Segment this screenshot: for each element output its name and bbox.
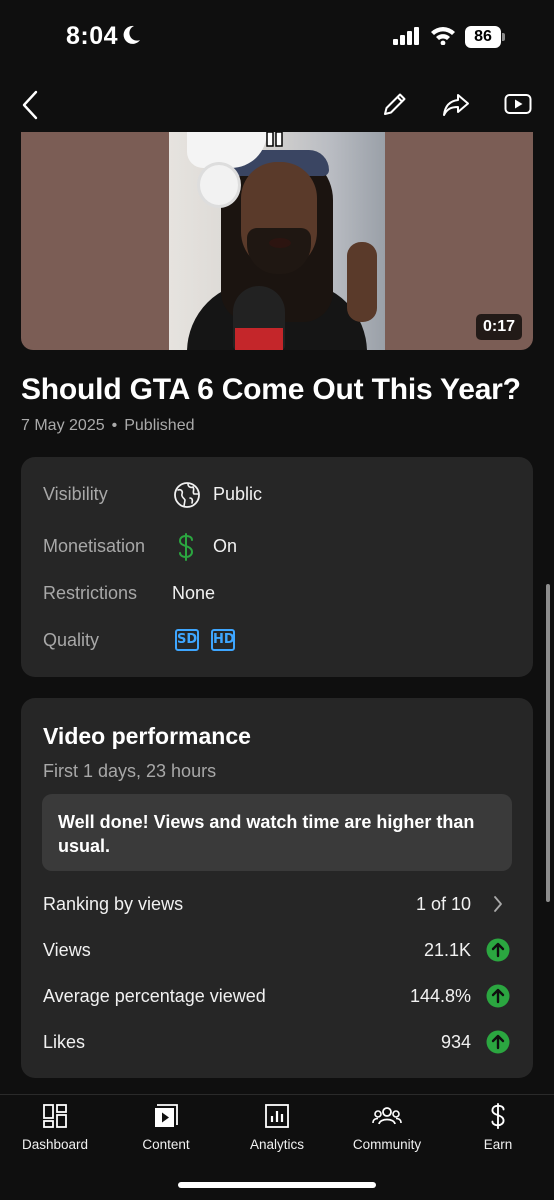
restrictions-label: Restrictions [43, 583, 138, 603]
avg-percentage-row: Average percentage viewed 144.8% [21, 978, 533, 1018]
moon-icon [123, 25, 141, 50]
likes-label: Likes [43, 1032, 86, 1052]
chevron-right-icon [493, 895, 503, 918]
battery-indicator: 86 [465, 26, 505, 48]
views-row: Views 21.1K [21, 932, 533, 972]
battery-level: 86 [465, 26, 501, 48]
nav-analytics[interactable]: Analytics [222, 1103, 332, 1159]
video-frame [169, 132, 385, 350]
restrictions-value[interactable]: None [172, 583, 215, 604]
scrollbar[interactable] [546, 584, 550, 902]
performance-period: First 1 days, 23 hours [43, 761, 217, 781]
share-icon[interactable] [442, 90, 470, 123]
dashboard-icon [0, 1103, 110, 1129]
likes-row: Likes 934 [21, 1024, 533, 1064]
status-bar: 8:04 86 [0, 0, 554, 74]
nav-content[interactable]: Content [111, 1103, 221, 1159]
views-value: 21.1K [423, 940, 471, 960]
globe-icon [173, 481, 201, 514]
arrow-up-icon [486, 1030, 510, 1054]
quality-label: Quality [43, 630, 100, 650]
back-arrow-icon[interactable] [20, 90, 42, 125]
community-icon [332, 1103, 442, 1129]
signal-icon [393, 27, 421, 50]
nav-label: Analytics [249, 1137, 305, 1152]
nav-label: Dashboard [21, 1137, 89, 1152]
avg-percentage-value: 144.8% [409, 986, 471, 1006]
youtube-icon[interactable] [504, 90, 532, 123]
pause-icon [265, 132, 287, 148]
nav-earn[interactable]: Earn [443, 1103, 553, 1159]
ranking-label: Ranking by views [43, 894, 184, 914]
nav-label: Content [142, 1137, 190, 1152]
hd-badge: HD [211, 629, 235, 651]
arrow-up-icon [486, 938, 510, 962]
performance-title: Video performance [43, 723, 251, 749]
video-meta: 7 May 2025 • Published [21, 417, 195, 435]
duration-badge: 0:17 [475, 314, 522, 340]
monetisation-value[interactable]: On [213, 536, 237, 557]
avg-percentage-label: Average percentage viewed [43, 986, 266, 1006]
video-title: Should GTA 6 Come Out This Year? [21, 373, 521, 406]
meta-separator: • [111, 417, 118, 434]
publish-date: 7 May 2025 [21, 417, 105, 434]
wifi-icon [430, 25, 456, 50]
arrow-up-icon [486, 984, 510, 1008]
ranking-row[interactable]: Ranking by views 1 of 10 [21, 886, 533, 926]
nav-label: Community [352, 1137, 422, 1152]
views-label: Views [43, 940, 91, 960]
performance-banner: Well done! Views and watch time are high… [42, 794, 512, 871]
content-icon [111, 1103, 221, 1129]
publish-status: Published [124, 417, 195, 434]
status-time: 8:04 [66, 22, 119, 50]
nav-community[interactable]: Community [332, 1103, 442, 1159]
dollar-icon [443, 1103, 553, 1129]
home-indicator [178, 1182, 376, 1188]
nav-label: Earn [483, 1137, 513, 1152]
app-bar [0, 80, 554, 130]
analytics-icon [222, 1103, 332, 1129]
video-player[interactable]: 0:17 [21, 132, 533, 350]
pencil-icon[interactable] [381, 90, 409, 123]
sd-badge: SD [175, 629, 199, 651]
battery-tip [502, 33, 505, 41]
dollar-icon [177, 533, 195, 566]
visibility-value[interactable]: Public [213, 484, 262, 505]
video-performance-card: Video performance First 1 days, 23 hours… [21, 698, 533, 1078]
nav-dashboard[interactable]: Dashboard [0, 1103, 110, 1159]
ranking-value: 1 of 10 [415, 894, 471, 914]
monetisation-label: Monetisation [43, 536, 146, 556]
video-details-card: Visibility Public Monetisation On Restri… [21, 457, 533, 677]
visibility-label: Visibility [43, 484, 108, 504]
likes-value: 934 [440, 1032, 471, 1052]
